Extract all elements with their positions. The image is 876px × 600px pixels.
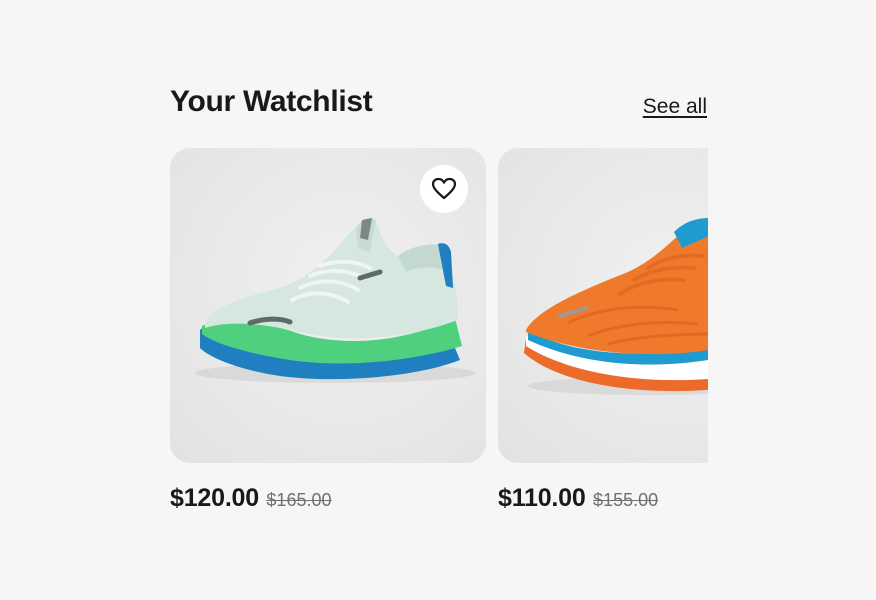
- watchlist-section: Your Watchlist See all $120.00 $165.00 $…: [170, 0, 708, 600]
- see-all-link[interactable]: See all: [643, 94, 707, 120]
- watchlist-header: Your Watchlist See all: [170, 84, 708, 124]
- watchlist-item-card[interactable]: $120.00 $165.00: [170, 148, 486, 512]
- current-price: $120.00: [170, 484, 259, 512]
- watchlist-item-card[interactable]: $110.00 $155.00: [498, 148, 708, 512]
- watchlist-carousel: $120.00 $165.00 $110.00 $155.00: [170, 148, 708, 528]
- page-title: Your Watchlist: [170, 85, 373, 118]
- product-image[interactable]: [170, 148, 486, 463]
- original-price: $165.00: [266, 490, 332, 510]
- current-price: $110.00: [498, 484, 586, 512]
- price-row: $110.00 $155.00: [498, 484, 658, 513]
- price-row: $120.00 $165.00: [170, 484, 332, 513]
- original-price: $155.00: [593, 490, 659, 510]
- orange-running-shoe-image: [524, 218, 708, 395]
- product-image[interactable]: [498, 148, 708, 463]
- watch-toggle-button[interactable]: [420, 165, 468, 213]
- heart-icon: [431, 177, 457, 200]
